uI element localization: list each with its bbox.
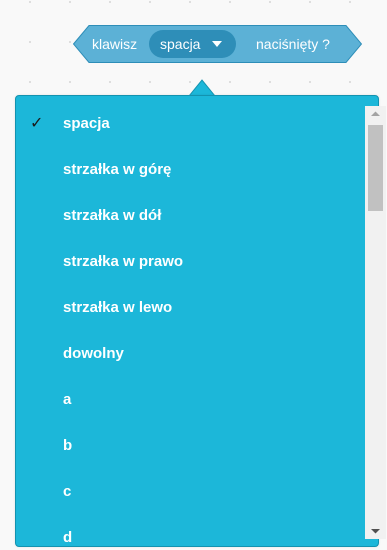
block-label-key: klawisz [92, 36, 138, 52]
dropdown-option-label: strzałka w górę [63, 161, 172, 178]
dropdown-option[interactable]: c [16, 474, 352, 510]
key-menu-value: spacja [160, 36, 201, 52]
dropdown-option-label: d [63, 529, 73, 546]
dropdown-option[interactable]: strzałka w lewo [16, 290, 352, 326]
dropdown-option[interactable]: a [16, 382, 352, 418]
scroll-down-arrow-icon [371, 529, 380, 534]
dropdown-option[interactable]: dowolny [16, 336, 352, 372]
dropdown-option[interactable]: ✓ spacja [16, 106, 352, 142]
caret-down-icon [212, 41, 222, 47]
dropdown-option-label: strzałka w prawo [63, 253, 184, 270]
dropdown-option-label: b [63, 437, 73, 454]
dropdown-option[interactable]: strzałka w górę [16, 152, 352, 188]
scroll-up-arrow-icon [371, 111, 380, 116]
dropdown-option[interactable]: d [16, 520, 352, 546]
checkmark-icon: ✓ [30, 115, 44, 132]
scroll-up-button[interactable] [365, 106, 386, 123]
dropdown-option[interactable]: b [16, 428, 352, 464]
key-dropdown-menu: ✓ spacja strzałka w górę strzałka w dół strz… [15, 95, 386, 547]
dropdown-option-label: dowolny [63, 345, 124, 362]
scrollbar-thumb[interactable] [368, 125, 383, 211]
dropdown-option-label: c [63, 483, 72, 500]
dropdown-option[interactable]: strzałka w prawo [16, 244, 352, 280]
dropdown-option-label: spacja [63, 115, 110, 132]
key-pressed-block[interactable]: klawisz spacja naciśnięty ? [73, 25, 362, 63]
dropdown-pointer [189, 79, 215, 96]
dropdown-options-list: ✓ spacja strzałka w górę strzałka w dół strz… [16, 96, 352, 546]
dropdown-scrollbar[interactable] [365, 106, 386, 539]
dropdown-option-label: strzałka w lewo [63, 299, 173, 316]
key-menu-button[interactable]: spacja [149, 30, 236, 58]
dropdown-option-label: strzałka w dół [63, 207, 162, 224]
dropdown-option-label: a [63, 391, 72, 408]
block-label-pressed: naciśnięty ? [256, 36, 330, 52]
dropdown-option[interactable]: strzałka w dół [16, 198, 352, 234]
scroll-down-button[interactable] [365, 522, 386, 539]
